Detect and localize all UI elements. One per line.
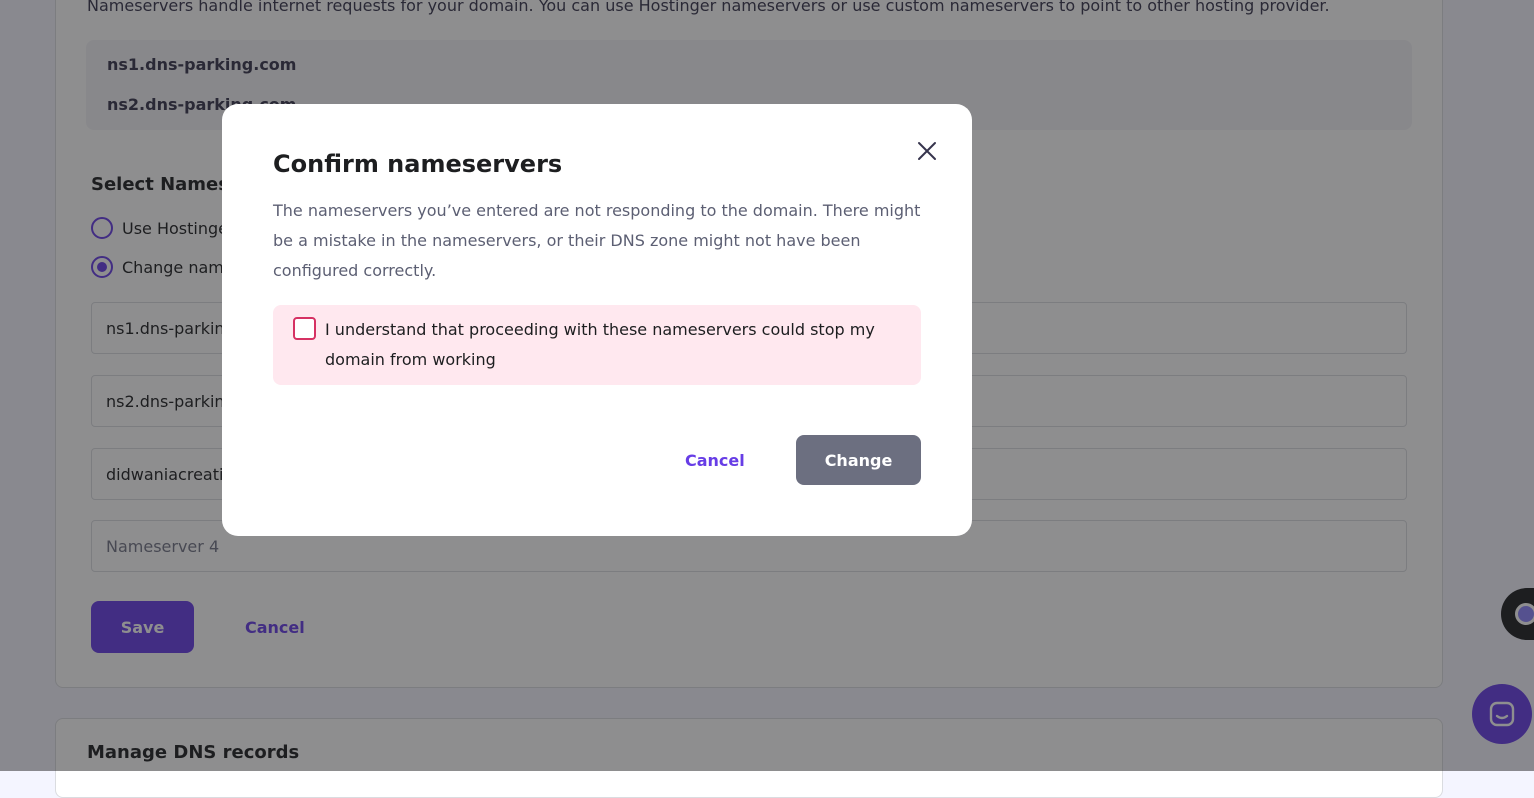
acknowledge-checkbox[interactable] bbox=[293, 317, 316, 340]
confirm-nameservers-modal: Confirm nameservers The nameservers you’… bbox=[222, 104, 972, 536]
acknowledge-label[interactable]: I understand that proceeding with these … bbox=[325, 315, 905, 375]
modal-cancel-button[interactable]: Cancel bbox=[685, 435, 745, 485]
warning-box: I understand that proceeding with these … bbox=[273, 305, 921, 385]
close-icon[interactable] bbox=[912, 136, 942, 166]
modal-description: The nameservers you’ve entered are not r… bbox=[273, 201, 921, 280]
modal-title: Confirm nameservers bbox=[273, 150, 563, 178]
page: Nameservers handle internet requests for… bbox=[0, 0, 1534, 798]
change-button[interactable]: Change bbox=[796, 435, 921, 485]
